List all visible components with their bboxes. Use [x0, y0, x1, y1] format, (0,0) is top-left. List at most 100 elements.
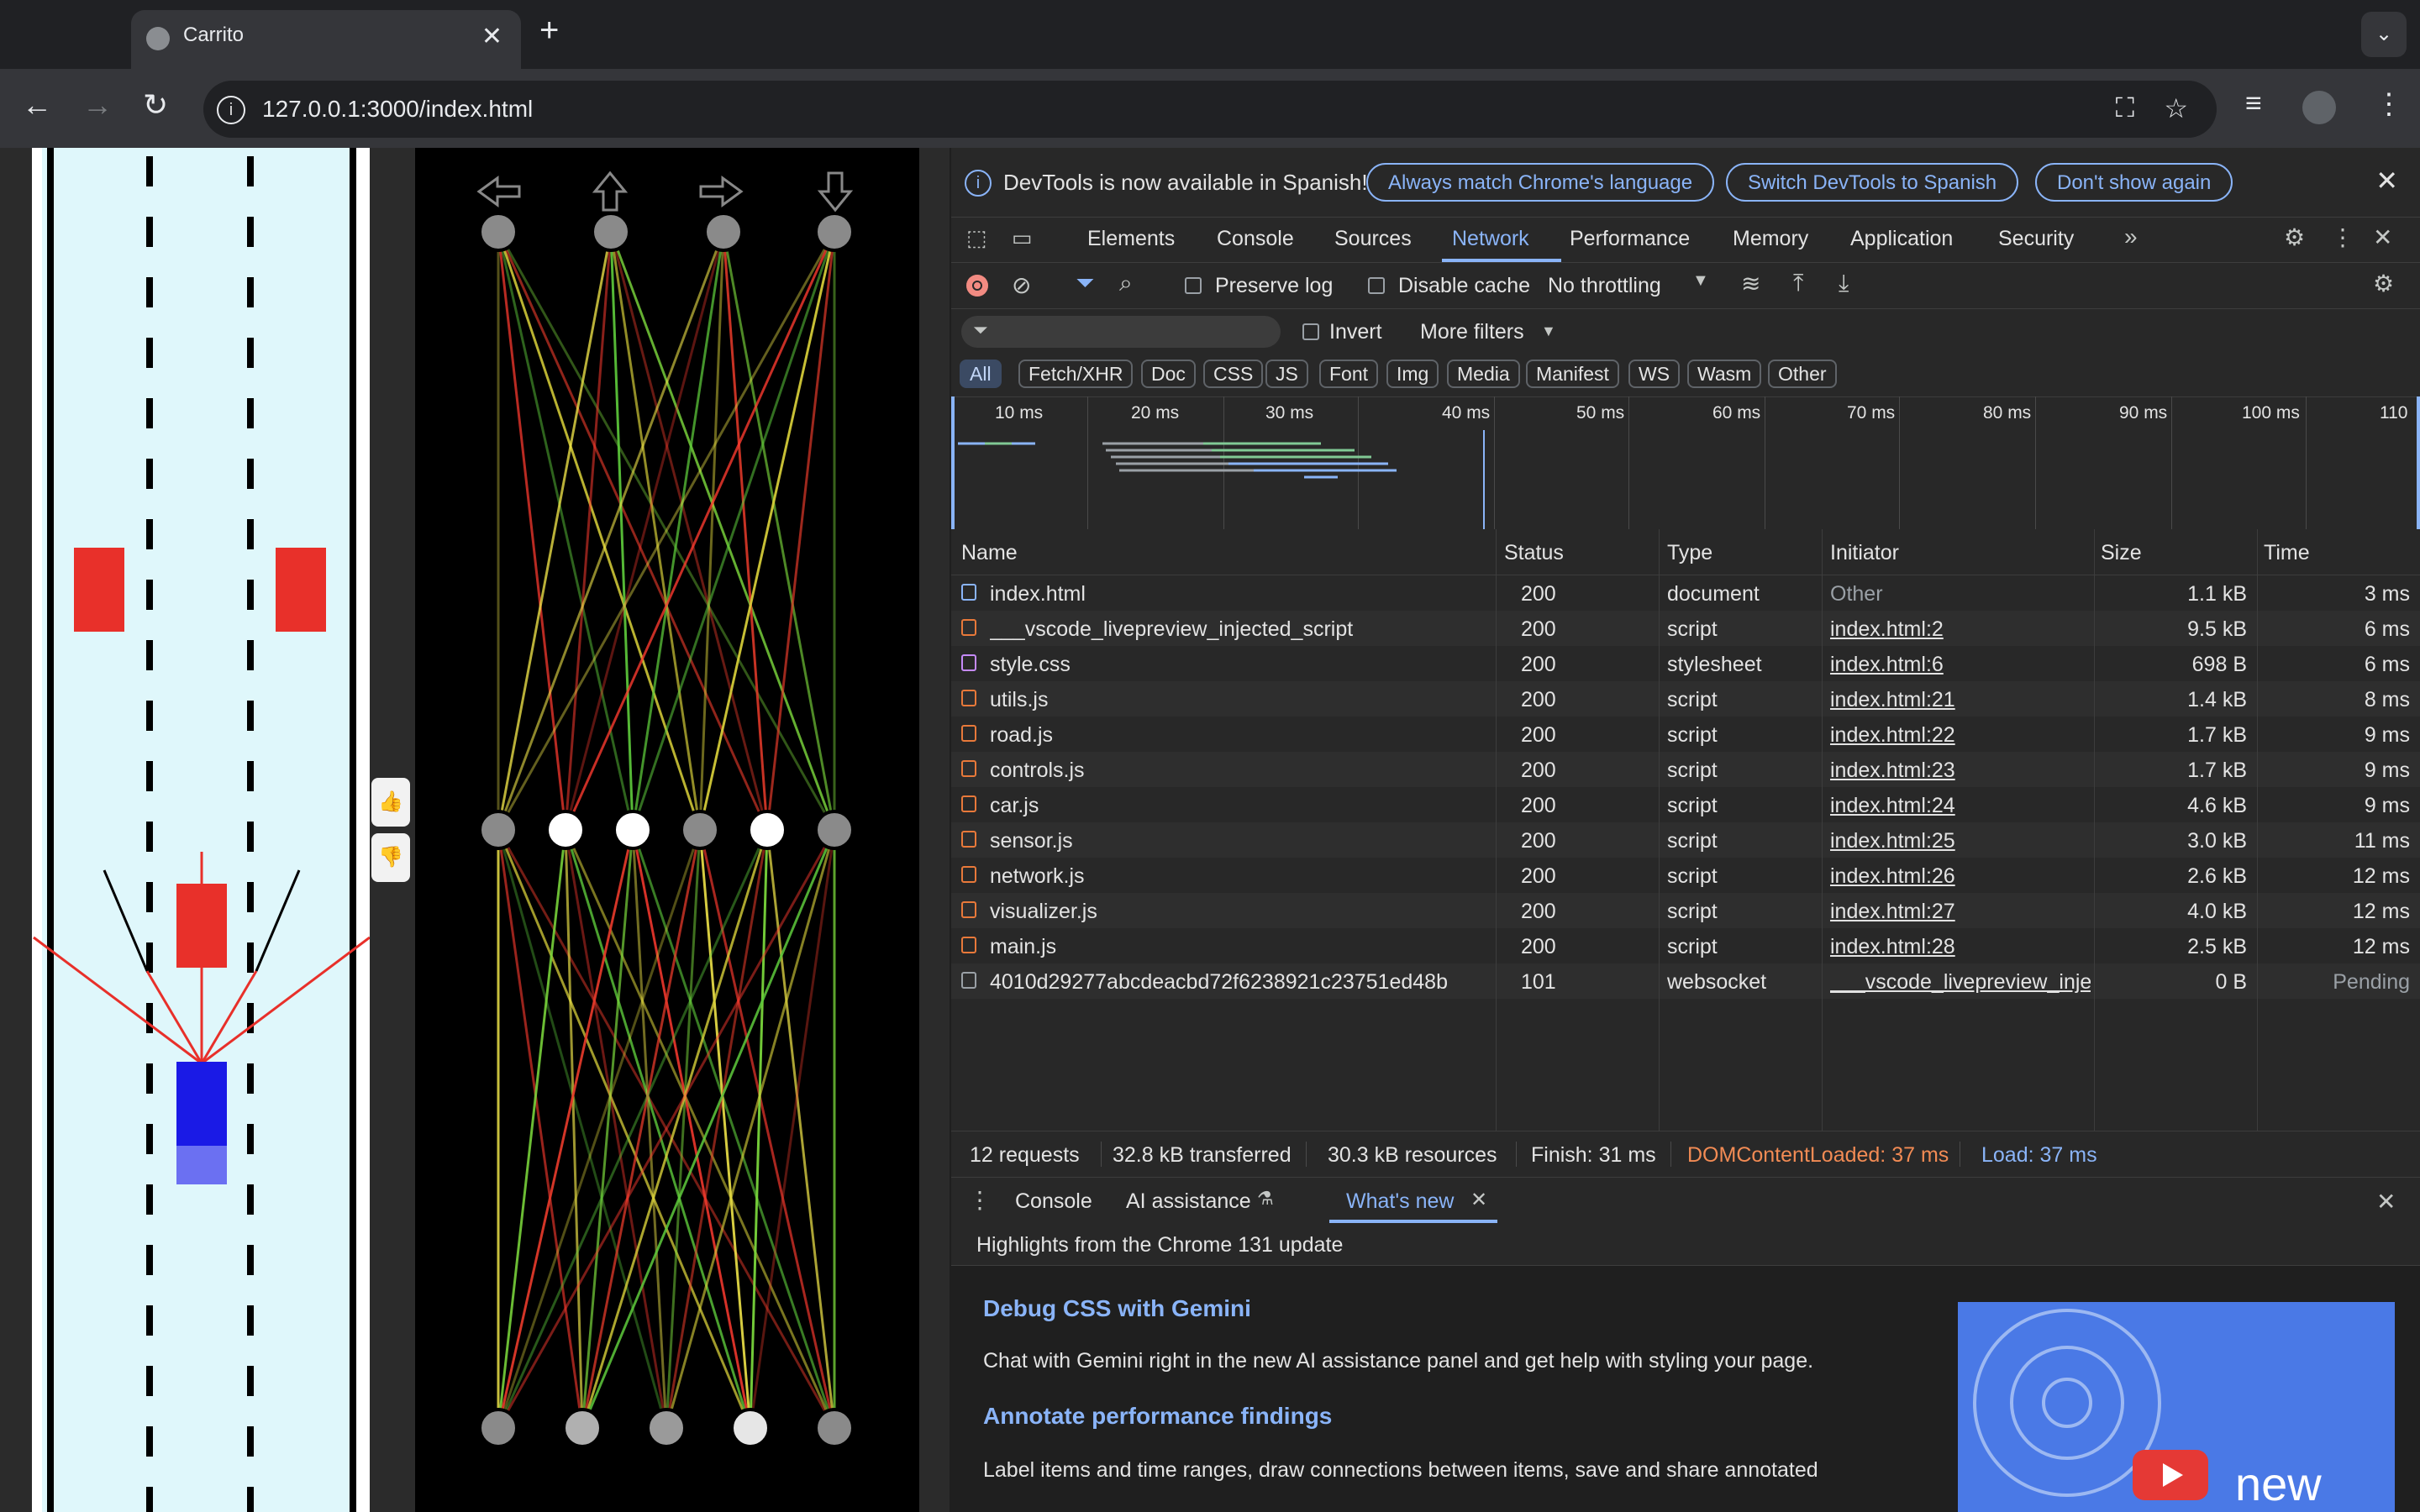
settings-gear-icon[interactable]: ⚙ [2284, 223, 2305, 251]
feature-heading-annotate[interactable]: Annotate performance findings [983, 1403, 1332, 1430]
column-size[interactable]: Size [2101, 541, 2142, 565]
table-row[interactable]: style.css 200 stylesheet index.html:6 698 B 6… [951, 646, 2420, 681]
url-text[interactable]: 127.0.0.1:3000/index.html [262, 96, 533, 123]
table-row[interactable]: main.js 200 script index.html:28 2.5 kB 12 ms [951, 928, 2420, 963]
clear-icon[interactable]: ⊘ [1012, 271, 1031, 299]
drawer-tab-console[interactable]: Console [1015, 1189, 1092, 1214]
table-row[interactable]: car.js 200 script index.html:24 4.6 kB 9 ms [951, 787, 2420, 822]
table-row[interactable]: sensor.js 200 script index.html:25 3.0 kB 11 … [951, 822, 2420, 858]
column-time[interactable]: Time [2264, 541, 2310, 565]
filter-ws[interactable]: WS [1628, 360, 1681, 388]
dont-show-again-button[interactable]: Don't show again [2035, 163, 2233, 202]
drawer-tab-ai-assistance[interactable]: AI assistance [1126, 1189, 1251, 1214]
request-initiator[interactable]: index.html:27 [1830, 900, 2091, 924]
request-initiator[interactable]: index.html:21 [1830, 688, 2091, 712]
close-whats-new-icon[interactable]: ✕ [1470, 1188, 1487, 1212]
translate-icon[interactable]: ⛶ [2116, 92, 2134, 124]
table-row[interactable]: index.html 200 document Other 1.1 kB 3 ms [951, 575, 2420, 611]
always-match-language-button[interactable]: Always match Chrome's language [1366, 163, 1715, 202]
tab-performance[interactable]: Performance [1570, 227, 1690, 251]
filter-doc[interactable]: Doc [1141, 360, 1196, 388]
more-tabs-icon[interactable]: » [2124, 223, 2138, 250]
profile-avatar[interactable] [2302, 91, 2336, 124]
throttling-select[interactable]: No throttling [1548, 274, 1661, 298]
network-overview-timeline[interactable]: 10 ms 20 ms 30 ms 40 ms 50 ms 60 ms 70 m… [951, 396, 2420, 530]
column-name[interactable]: Name [961, 541, 1018, 565]
chevron-down-icon[interactable]: ▼ [1692, 271, 1709, 291]
request-initiator[interactable]: index.html:26 [1830, 864, 2091, 889]
table-row[interactable]: network.js 200 script index.html:26 2.6 kB 12… [951, 858, 2420, 893]
table-row[interactable]: 4010d29277abcdeacbd72f6238921c23751ed48b… [951, 963, 2420, 999]
request-initiator[interactable]: index.html:28 [1830, 935, 2091, 959]
request-initiator[interactable]: index.html:24 [1830, 794, 2091, 818]
close-infobar-icon[interactable]: ✕ [2375, 165, 2398, 197]
address-bar[interactable]: i 127.0.0.1:3000/index.html ⛶ ☆ [203, 81, 2217, 138]
filter-js[interactable]: JS [1265, 360, 1308, 388]
close-drawer-icon[interactable]: ✕ [2376, 1188, 2396, 1215]
tab-application[interactable]: Application [1850, 227, 1953, 251]
filter-input[interactable]: ⏷ [961, 316, 1281, 348]
request-initiator[interactable]: ___vscode_livepreview_inje [1830, 970, 2091, 995]
reload-icon[interactable]: ↻ [143, 87, 168, 123]
request-initiator[interactable]: index.html:23 [1830, 759, 2091, 783]
customize-menu-icon[interactable]: ⋮ [2331, 223, 2354, 251]
feature-heading-debug-css[interactable]: Debug CSS with Gemini [983, 1295, 1251, 1322]
table-row[interactable]: utils.js 200 script index.html:21 1.4 kB 8 ms [951, 681, 2420, 717]
request-initiator[interactable]: index.html:2 [1830, 617, 2091, 642]
export-har-icon[interactable]: ⤓ [1839, 270, 1849, 297]
search-icon[interactable]: ⌕ [1119, 270, 1133, 297]
network-settings-icon[interactable]: ⚙ [2373, 270, 2394, 297]
tab-memory[interactable]: Memory [1733, 227, 1808, 251]
request-initiator[interactable]: index.html:22 [1830, 723, 2091, 748]
disable-cache-checkbox[interactable] [1368, 277, 1385, 294]
column-initiator[interactable]: Initiator [1830, 541, 1899, 565]
column-type[interactable]: Type [1667, 541, 1712, 565]
filter-manifest[interactable]: Manifest [1526, 360, 1619, 388]
record-icon[interactable] [966, 275, 988, 297]
tab-carrito[interactable]: Carrito ✕ [131, 10, 521, 69]
chrome-menu-icon[interactable]: ⋮ [2375, 87, 2403, 121]
tab-security[interactable]: Security [1998, 227, 2074, 251]
thumbs-down-button[interactable]: 👎 [371, 833, 410, 882]
inspect-element-icon[interactable]: ⬚ [966, 225, 987, 251]
column-status[interactable]: Status [1504, 541, 1564, 565]
thumbs-up-button[interactable]: 👍 [371, 778, 410, 827]
table-row[interactable]: controls.js 200 script index.html:23 1.7 kB 9… [951, 752, 2420, 787]
back-icon[interactable]: ← [22, 87, 52, 123]
switch-to-spanish-button[interactable]: Switch DevTools to Spanish [1726, 163, 2019, 202]
import-har-icon[interactable]: ⤒ [1793, 270, 1803, 297]
tab-search-icon[interactable]: ⌄ [2361, 12, 2407, 57]
tab-sources[interactable]: Sources [1334, 227, 1412, 251]
request-initiator[interactable]: index.html:6 [1830, 653, 2091, 677]
filter-icon[interactable]: ⏷ [1076, 270, 1094, 297]
filter-fetch-xhr[interactable]: Fetch/XHR [1018, 360, 1134, 388]
new-tab-icon[interactable]: + [539, 12, 559, 50]
tab-elements[interactable]: Elements [1087, 227, 1175, 251]
device-toolbar-icon[interactable]: ▭ [1012, 225, 1033, 251]
table-row[interactable]: ___vscode_livepreview_injected_script 200… [951, 611, 2420, 646]
site-info-icon[interactable]: i [217, 96, 245, 124]
network-conditions-icon[interactable]: ≋ [1741, 270, 1760, 297]
close-tab-icon[interactable]: ✕ [481, 22, 502, 51]
bookmark-star-icon[interactable]: ☆ [2164, 92, 2188, 124]
invert-checkbox[interactable] [1302, 323, 1319, 340]
close-devtools-icon[interactable]: ✕ [2373, 223, 2392, 251]
filter-media[interactable]: Media [1447, 360, 1520, 388]
preserve-log-checkbox[interactable] [1185, 277, 1202, 294]
table-row[interactable]: visualizer.js 200 script index.html:27 4.0 k… [951, 893, 2420, 928]
whats-new-video-thumbnail[interactable]: new [1958, 1302, 2395, 1512]
more-filters-dropdown[interactable]: More filters [1420, 320, 1524, 344]
chevron-down-icon[interactable]: ▼ [1541, 323, 1556, 340]
filter-font[interactable]: Font [1319, 360, 1379, 388]
request-initiator[interactable]: index.html:25 [1830, 829, 2091, 853]
tab-network[interactable]: Network [1452, 227, 1529, 251]
filter-wasm[interactable]: Wasm [1687, 360, 1762, 388]
filter-css[interactable]: CSS [1203, 360, 1264, 388]
table-row[interactable]: road.js 200 script index.html:22 1.7 kB 9 ms [951, 717, 2420, 752]
filter-other[interactable]: Other [1768, 360, 1837, 388]
forward-icon[interactable]: → [82, 87, 113, 123]
filter-img[interactable]: Img [1386, 360, 1439, 388]
drawer-menu-icon[interactable]: ⋮ [968, 1186, 992, 1214]
media-control-icon[interactable]: ≡ [2245, 87, 2262, 120]
tab-console[interactable]: Console [1217, 227, 1294, 251]
